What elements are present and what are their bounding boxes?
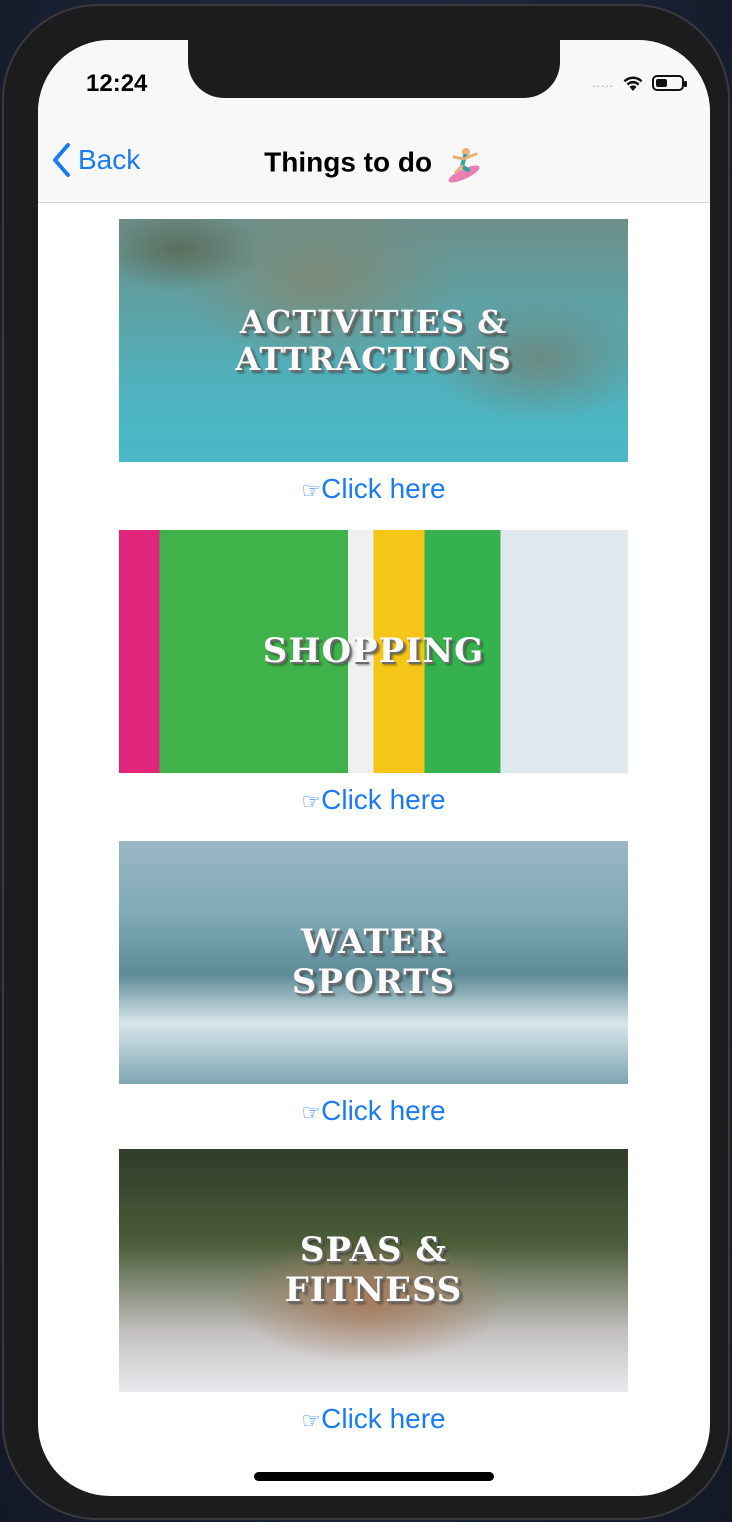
click-here-link[interactable]: ☞Click here [119,1094,628,1128]
link-label: Click here [321,784,446,815]
surfer-icon [448,148,480,183]
banner-activities[interactable]: ACTIVITIES & ATTRACTIONS [119,219,628,462]
banner-text: SHOPPING [262,630,485,671]
home-indicator[interactable] [254,1472,494,1481]
card-shopping: SHOPPING ☞Click here [119,530,628,817]
banner-text: SPAS & FITNESS [284,1230,463,1310]
link-label: Click here [321,1403,446,1434]
status-time: 12:24 [86,70,148,97]
click-here-link[interactable]: ☞Click here [119,1402,628,1436]
pointing-hand-icon: ☞ [301,1100,322,1125]
signal-indicator: ..... [592,76,614,90]
link-label: Click here [321,473,446,504]
device-notch [188,40,560,98]
app-screen: 12:24 ..... Back Things to do ACTIVITIES… [38,40,710,1496]
card-spas-fitness: SPAS & FITNESS ☞Click here [119,1149,628,1436]
card-water-sports: WATER SPORTS ☞Click here [119,841,628,1128]
card-activities: ACTIVITIES & ATTRACTIONS ☞Click here [119,219,628,506]
status-indicators: ..... [592,74,687,92]
link-label: Click here [321,1095,446,1126]
banner-text: WATER SPORTS [291,922,456,1002]
battery-icon [652,75,687,91]
wifi-icon [623,76,643,91]
banner-water-sports[interactable]: WATER SPORTS [119,841,628,1084]
battery-fill [656,79,667,87]
pointing-hand-icon: ☞ [301,1408,322,1433]
pointing-hand-icon: ☞ [301,478,322,503]
banner-shopping[interactable]: SHOPPING [119,530,628,773]
banner-text: ACTIVITIES & ATTRACTIONS [235,302,512,378]
banner-spas-fitness[interactable]: SPAS & FITNESS [119,1149,628,1392]
click-here-link[interactable]: ☞Click here [119,472,628,506]
page-title: Things to do [38,144,710,184]
page-title-text: Things to do [264,146,433,178]
pointing-hand-icon: ☞ [301,789,322,814]
click-here-link[interactable]: ☞Click here [119,783,628,817]
phone-frame: 12:24 ..... Back Things to do ACTIVITIES… [2,4,730,1520]
